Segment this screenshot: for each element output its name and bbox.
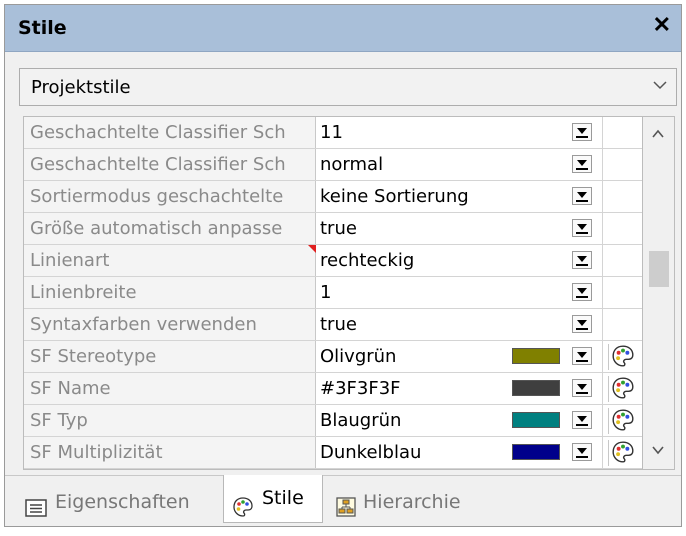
scroll-up-icon[interactable] <box>651 127 665 146</box>
property-name: Größe automatisch anpasse <box>24 213 316 244</box>
properties-grid: Geschachtelte Classifier Sch 11 Geschach… <box>23 116 643 470</box>
dropdown-arrow-icon[interactable] <box>572 155 592 173</box>
property-row[interactable]: Größe automatisch anpasse true <box>24 213 642 245</box>
property-row[interactable]: Geschachtelte Classifier Sch normal <box>24 149 642 181</box>
scrollbar-thumb[interactable] <box>649 251 669 287</box>
property-value[interactable]: true <box>320 309 570 340</box>
property-name: SF Name <box>24 373 316 404</box>
dropdown-arrow-icon[interactable] <box>572 411 592 429</box>
property-row[interactable]: Syntaxfarben verwenden true <box>24 309 642 341</box>
property-name: Geschachtelte Classifier Sch <box>24 149 316 180</box>
color-swatch <box>512 348 560 364</box>
property-name: SF Stereotype <box>24 341 316 372</box>
property-row[interactable]: SF Typ Blaugrün <box>24 405 642 437</box>
bottom-tab-bar: Eigenschaften Stile Hierarchie <box>5 475 681 528</box>
style-scope-value: Projektstile <box>31 77 131 98</box>
property-row[interactable]: SF Name #3F3F3F <box>24 373 642 405</box>
dropdown-arrow-icon[interactable] <box>572 251 592 269</box>
property-value[interactable]: rechteckig <box>320 245 570 276</box>
color-picker-icon[interactable] <box>608 408 635 434</box>
color-swatch <box>512 380 560 396</box>
panel-title: Stile <box>18 17 67 39</box>
property-name: Sortiermodus geschachtelte <box>24 181 316 212</box>
property-value[interactable]: normal <box>320 149 570 180</box>
hierarchy-icon <box>335 492 357 532</box>
scroll-down-icon[interactable] <box>651 443 665 462</box>
property-value[interactable]: 11 <box>320 117 570 148</box>
tab-label: Stile <box>262 487 304 509</box>
dropdown-arrow-icon[interactable] <box>572 443 592 461</box>
dropdown-arrow-icon[interactable] <box>572 219 592 237</box>
tab-label: Hierarchie <box>363 491 461 513</box>
color-swatch <box>512 412 560 428</box>
property-row[interactable]: SF Stereotype Olivgrün <box>24 341 642 373</box>
dropdown-arrow-icon[interactable] <box>572 187 592 205</box>
property-value[interactable]: 1 <box>320 277 570 308</box>
properties-icon <box>25 492 47 532</box>
property-name: Geschachtelte Classifier Sch <box>24 117 316 148</box>
dropdown-arrow-icon[interactable] <box>572 283 592 301</box>
property-row[interactable]: Geschachtelte Classifier Sch 11 <box>24 117 642 149</box>
property-name: Linienart <box>24 245 316 276</box>
styles-panel: Stile ✕ Projektstile Geschachtelte Class… <box>4 4 682 527</box>
style-scope-select[interactable]: Projektstile <box>19 68 677 106</box>
dropdown-arrow-icon[interactable] <box>572 347 592 365</box>
property-value[interactable]: true <box>320 213 570 244</box>
tab-hierarchie[interactable]: Hierarchie <box>331 482 491 522</box>
color-picker-icon[interactable] <box>608 344 635 370</box>
panel-titlebar: Stile ✕ <box>5 5 681 52</box>
property-name: Syntaxfarben verwenden <box>24 309 316 340</box>
property-name: SF Multiplizität <box>24 437 316 468</box>
property-row[interactable]: SF Multiplizität Dunkelblau <box>24 437 642 469</box>
chevron-down-icon <box>652 77 668 98</box>
property-name: SF Typ <box>24 405 316 436</box>
tab-label: Eigenschaften <box>55 491 190 513</box>
property-row[interactable]: Linienart rechteckig <box>24 245 642 277</box>
close-icon[interactable]: ✕ <box>653 14 671 36</box>
color-swatch <box>512 444 560 460</box>
palette-icon <box>232 489 254 536</box>
property-name: Linienbreite <box>24 277 316 308</box>
dropdown-arrow-icon[interactable] <box>572 379 592 397</box>
tab-eigenschaften[interactable]: Eigenschaften <box>19 482 215 522</box>
vertical-scrollbar[interactable] <box>643 116 675 470</box>
property-row[interactable]: Linienbreite 1 <box>24 277 642 309</box>
property-row[interactable]: Sortiermodus geschachtelte keine Sortier… <box>24 181 642 213</box>
modified-marker-icon <box>308 245 316 253</box>
color-picker-icon[interactable] <box>608 440 635 466</box>
color-picker-icon[interactable] <box>608 376 635 402</box>
dropdown-arrow-icon[interactable] <box>572 315 592 333</box>
dropdown-arrow-icon[interactable] <box>572 123 592 141</box>
property-value[interactable]: keine Sortierung <box>320 181 570 212</box>
tab-stile[interactable]: Stile <box>223 475 323 523</box>
